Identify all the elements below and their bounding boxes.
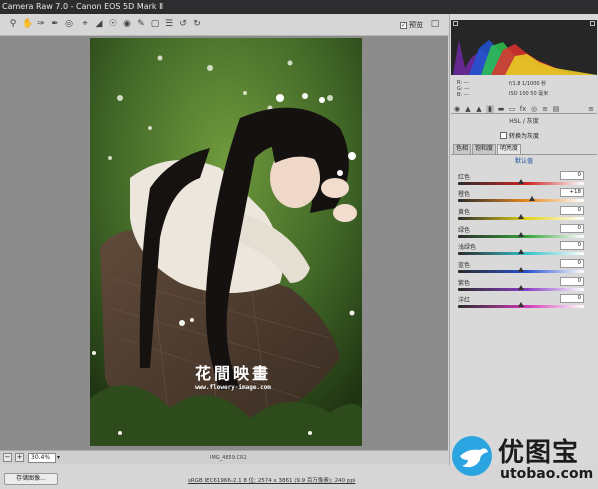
slider-row: 橙色 +18 <box>458 188 584 207</box>
slider-label: 紫色 <box>458 280 471 287</box>
rotate-cw-icon[interactable]: ↻ <box>192 19 202 30</box>
zoom-dropdown-icon[interactable]: ▾ <box>57 454 60 461</box>
tab-saturation[interactable]: 饱和度 <box>472 144 497 154</box>
slider-value-field[interactable]: 0 <box>560 294 584 303</box>
slider-thumb[interactable] <box>518 249 524 254</box>
slider-value-field[interactable]: 0 <box>560 259 584 268</box>
preferences-icon[interactable]: ☰ <box>164 19 174 30</box>
panel-title: HSL / 灰度 <box>509 118 539 125</box>
slider-thumb[interactable] <box>529 196 536 201</box>
grayscale-toggle[interactable]: 转换为灰度 <box>500 131 539 140</box>
shadow-clipping-icon[interactable] <box>453 21 458 26</box>
tone-curve-icon[interactable]: ▲ <box>464 105 472 113</box>
slider-value-field[interactable]: 0 <box>560 224 584 233</box>
iso-focal: ISO 100 50 毫米 <box>509 91 549 97</box>
zoom-in-button[interactable]: + <box>15 453 24 462</box>
adjustment-brush-icon[interactable]: ✎ <box>136 19 146 30</box>
photo-signature-block: 花間映畫 www.flowery-image.com <box>178 360 288 391</box>
straighten-icon[interactable]: ◢ <box>94 19 104 30</box>
save-image-button[interactable]: 存储图像... <box>4 473 58 485</box>
target-adjust-icon[interactable]: ◎ <box>64 19 74 30</box>
histogram <box>451 20 597 75</box>
slider-value-field[interactable]: 0 <box>560 206 584 215</box>
window-title: Camera Raw 7.0 - Canon EOS 5D Mark Ⅱ <box>2 2 164 11</box>
preview-toggle[interactable]: ✓ 预览 <box>400 20 423 30</box>
preview-checkbox[interactable]: ✓ <box>400 21 407 29</box>
default-link[interactable]: 默认值 <box>451 156 597 165</box>
panel-menu-icon[interactable]: ≡ <box>587 105 595 113</box>
slider-thumb[interactable] <box>518 214 524 219</box>
spot-removal-icon[interactable]: ☉ <box>108 19 118 30</box>
watermark-text: 优图宝 <box>498 438 580 468</box>
detail-panel-icon[interactable]: ▲ <box>475 105 483 113</box>
slider-thumb[interactable] <box>518 232 524 237</box>
slider-thumb[interactable] <box>518 179 524 184</box>
slider-thumb[interactable] <box>518 267 524 272</box>
slider-value-field[interactable]: +18 <box>560 188 584 197</box>
rotate-ccw-icon[interactable]: ↺ <box>178 19 188 30</box>
slider-row: 蓝色 0 <box>458 259 584 278</box>
slider-row: 浅绿色 0 <box>458 241 584 260</box>
preview-label: 预览 <box>409 21 423 29</box>
slider-label: 洋红 <box>458 297 471 304</box>
watermark-url: utobao.com <box>500 466 594 482</box>
zoom-level-field[interactable]: 30.4% <box>28 453 56 463</box>
slider-value-field[interactable]: 0 <box>560 171 584 180</box>
lens-corrections-icon[interactable]: ▭ <box>508 105 516 113</box>
tab-hue[interactable]: 色相 <box>453 144 472 154</box>
slider-label: 红色 <box>458 174 471 181</box>
crop-icon[interactable]: ⌖ <box>80 19 90 30</box>
slider-label: 蓝色 <box>458 262 471 269</box>
presets-icon[interactable]: ≡ <box>541 105 549 113</box>
panel-tab-strip: ◉ ▲ ▲ ▮ ▬ ▭ fx ◎ ≡ ▤ ≡ <box>451 104 597 114</box>
histogram-graph <box>453 40 597 75</box>
color-sampler-icon[interactable]: ✒ <box>50 19 60 30</box>
exposure-info: f/1.8 1/1000 秒 ISO 100 50 毫米 <box>509 80 548 97</box>
effects-panel-icon[interactable]: fx <box>519 105 527 113</box>
rgb-readout: R: --- G: --- B: --- <box>457 80 470 98</box>
graduated-filter-icon[interactable]: ▢ <box>150 19 160 30</box>
photo-preview[interactable]: 花間映畫 www.flowery-image.com <box>90 38 362 446</box>
red-eye-icon[interactable]: ◉ <box>122 19 132 30</box>
fullscreen-icon[interactable]: □ <box>430 19 440 30</box>
basic-panel-icon[interactable]: ◉ <box>453 105 461 113</box>
white-balance-icon[interactable]: ✑ <box>36 19 46 30</box>
split-toning-icon[interactable]: ▬ <box>497 105 505 113</box>
file-name: IMG_4859.CR2 <box>210 455 247 461</box>
camera-info: R: --- G: --- B: --- f/1.8 1/1000 秒 ISO … <box>451 77 597 103</box>
tab-luminance[interactable]: 明亮度 <box>497 144 522 154</box>
slider-thumb[interactable] <box>518 302 524 307</box>
zoom-out-button[interactable]: − <box>3 453 12 462</box>
watermark: 优图宝 utobao.com <box>450 430 598 488</box>
slider-label: 浅绿色 <box>458 244 477 251</box>
workflow-options-link[interactable]: sRGB IEC61966-2.1 8 位; 2574 x 3861 (9.9 … <box>188 476 355 484</box>
status-bar: − + 30.4% ▾ IMG_4859.CR2 <box>0 450 448 464</box>
photo-signature: 花間映畫 <box>194 364 271 383</box>
hand-tool-icon[interactable]: ✋ <box>22 19 33 30</box>
image-canvas: 花間映畫 www.flowery-image.com <box>0 36 448 452</box>
slider-thumb[interactable] <box>518 285 524 290</box>
slider-label: 黄色 <box>458 209 471 216</box>
grayscale-checkbox[interactable] <box>500 132 507 139</box>
photo-site-url: www.flowery-image.com <box>195 384 271 391</box>
grayscale-label: 转换为灰度 <box>509 133 540 140</box>
camera-calibration-icon[interactable]: ◎ <box>530 105 538 113</box>
slider-row: 黄色 0 <box>458 206 584 225</box>
slider-label: 橙色 <box>458 191 471 198</box>
slider-label: 绿色 <box>458 227 471 234</box>
hsl-subtabs: 色相 饱和度 明亮度 <box>453 144 522 154</box>
snapshots-icon[interactable]: ▤ <box>552 105 560 113</box>
b-value: --- <box>463 92 470 98</box>
hsl-panel-icon[interactable]: ▮ <box>486 105 494 113</box>
zoom-tool-icon[interactable]: ⚲ <box>8 19 18 30</box>
slider-value-field[interactable]: 0 <box>560 277 584 286</box>
slider-row: 洋红 0 <box>458 294 584 313</box>
b-label: B: <box>457 92 463 98</box>
window-title-bar: Camera Raw 7.0 - Canon EOS 5D Mark Ⅱ <box>0 0 598 14</box>
aperture-shutter: f/1.8 1/1000 秒 <box>509 81 547 87</box>
highlight-clipping-icon[interactable] <box>590 21 595 26</box>
slider-track[interactable] <box>458 199 584 202</box>
slider-value-field[interactable]: 0 <box>560 241 584 250</box>
